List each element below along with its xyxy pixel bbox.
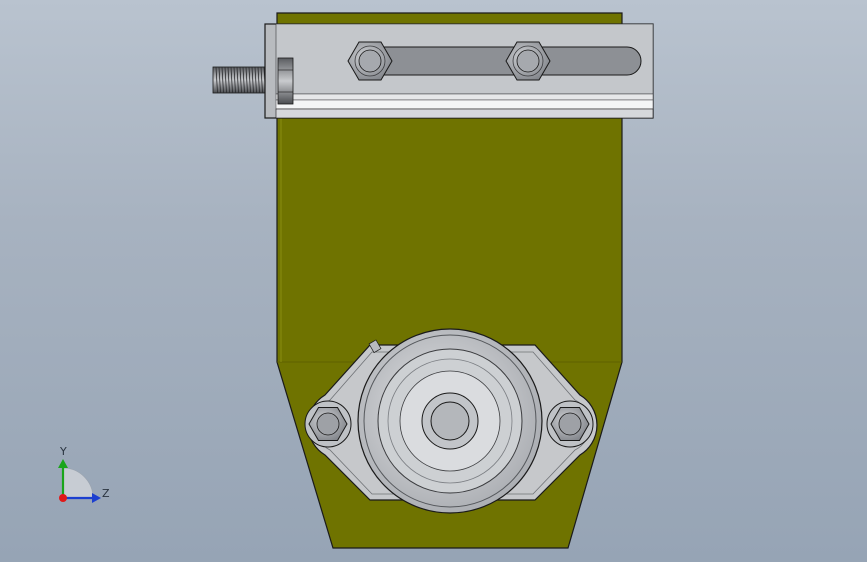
bearing-nut-right xyxy=(546,400,594,448)
cad-graphics-viewport[interactable]: Y Z xyxy=(0,0,867,562)
z-axis-label: Z xyxy=(102,487,110,500)
cad-model-view[interactable]: Y Z xyxy=(0,0,867,562)
view-orientation-triad-icon[interactable]: Y Z xyxy=(58,445,110,503)
z-axis-arrow-icon xyxy=(92,493,101,503)
x-axis-dot-icon xyxy=(59,494,67,502)
y-axis-arrow-icon xyxy=(58,459,68,468)
y-axis-label: Y xyxy=(59,445,67,458)
bearing-nut-left xyxy=(304,400,352,448)
slotted-bracket xyxy=(264,23,654,119)
